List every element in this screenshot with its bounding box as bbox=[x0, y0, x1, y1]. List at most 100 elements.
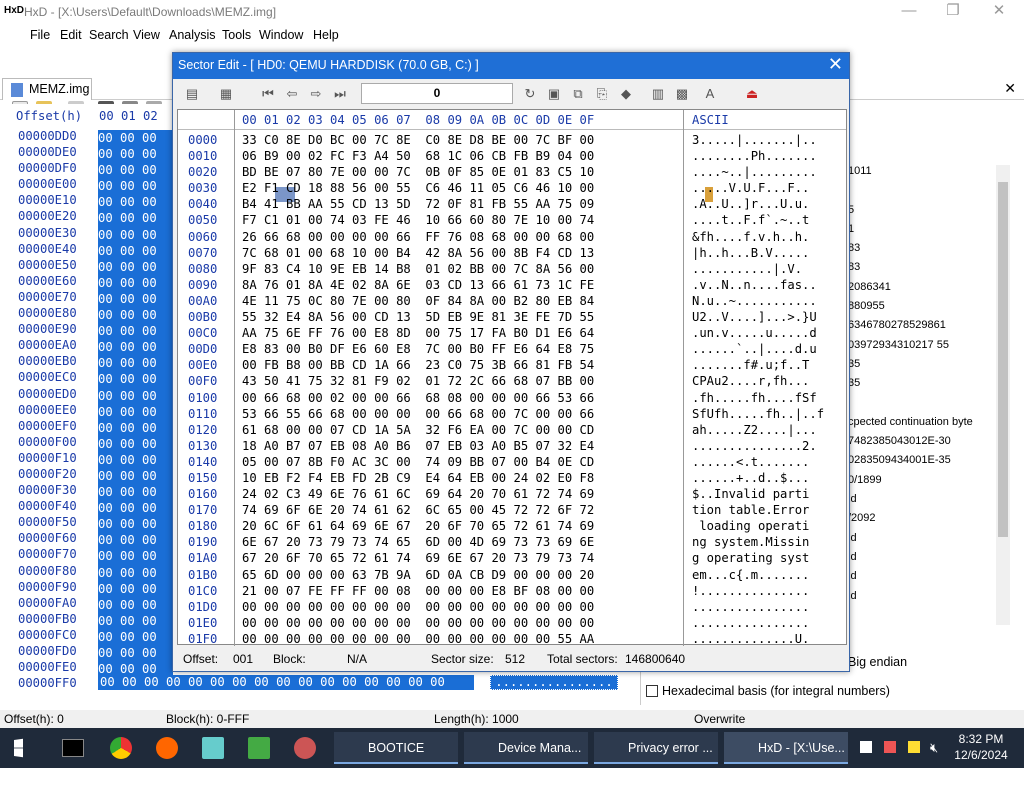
sector-offset: 01C0 bbox=[188, 583, 218, 598]
firefox-icon[interactable] bbox=[156, 737, 178, 759]
menu-file[interactable]: File bbox=[30, 28, 50, 42]
grid-header: 00 01 02 03 04 05 06 07 08 09 0A 0B 0C 0… bbox=[178, 112, 846, 130]
offset-cell: 00000F90 bbox=[18, 579, 77, 594]
start-windows-icon[interactable] bbox=[14, 738, 23, 758]
layout-icon[interactable]: ▦ bbox=[217, 85, 235, 103]
cmd-icon[interactable] bbox=[62, 739, 84, 757]
menu-window[interactable]: Window bbox=[259, 28, 303, 42]
close-button[interactable]: ✕ bbox=[976, 0, 1022, 24]
network-icon[interactable] bbox=[860, 741, 872, 753]
inspector-value: 35 bbox=[848, 357, 861, 370]
system-clock[interactable]: 8:32 PM 12/6/2024 bbox=[950, 731, 1012, 763]
ascii-row: .....V.U.F...F.. bbox=[692, 181, 810, 196]
last-sector-icon[interactable]: ⏭ bbox=[331, 85, 349, 103]
paste-icon[interactable]: ⎘ bbox=[593, 85, 611, 103]
byte-order-label[interactable]: Big endian bbox=[848, 655, 907, 669]
hex-row: B4 41 BB AA 55 CD 13 5D 72 0F 81 FB 55 A… bbox=[242, 197, 595, 212]
selected-bytes[interactable]: 00 00 00 00 00 00 00 00 00 00 00 00 00 00 00… bbox=[98, 130, 157, 677]
hex-row: 18 A0 B7 07 EB 08 A0 B6 07 EB 03 A0 B5 0… bbox=[242, 438, 595, 453]
app-icon-2[interactable] bbox=[248, 737, 270, 759]
taskbar-chrome-privacy[interactable]: Privacy error ... bbox=[594, 732, 718, 764]
selected-row: 00 00 00 bbox=[98, 646, 157, 660]
refresh-icon[interactable]: ↻ bbox=[521, 85, 539, 103]
offset-cell: 00000E40 bbox=[18, 241, 77, 256]
selected-row: 00 00 00 bbox=[98, 549, 157, 564]
sector-hex-grid[interactable]: 00 01 02 03 04 05 06 07 08 09 0A 0B 0C 0… bbox=[177, 109, 847, 647]
menu-tools[interactable]: Tools bbox=[222, 28, 251, 42]
app-icon-1[interactable] bbox=[202, 737, 224, 759]
menu-view[interactable]: View bbox=[133, 28, 160, 42]
tab-memz-img[interactable]: MEMZ.img bbox=[2, 78, 92, 100]
offset-cell: 00000E20 bbox=[18, 209, 77, 224]
copy-icon[interactable]: ⧉ bbox=[569, 85, 587, 103]
menu-edit[interactable]: Edit bbox=[60, 28, 82, 42]
offset-cell: 00000F50 bbox=[18, 515, 77, 530]
menu-analysis[interactable]: Analysis bbox=[169, 28, 216, 42]
taskbar-bootice[interactable]: BOOTICE v1.3... bbox=[334, 732, 458, 787]
offset-cell: 00000F70 bbox=[18, 547, 77, 562]
inspector-value: 2086341 bbox=[848, 280, 891, 293]
ascii-row: .......f#.u;f..T bbox=[692, 358, 810, 373]
minimize-button[interactable]: — bbox=[886, 0, 932, 24]
checkbox-box[interactable] bbox=[646, 685, 658, 697]
sector-number-input[interactable]: 0 bbox=[361, 83, 513, 104]
ascii-row: ...........|.V. bbox=[692, 261, 803, 276]
dlg-offset-value: 001 bbox=[233, 652, 254, 666]
offset-cell: 00000F00 bbox=[18, 434, 77, 449]
maximize-button[interactable]: ❐ bbox=[930, 0, 976, 24]
prev-sector-icon[interactable]: ⇦ bbox=[283, 85, 301, 103]
ascii-row: .v..N..n....fas.. bbox=[692, 277, 817, 292]
hex-row: F7 C1 01 00 74 03 FE 46 10 66 60 80 7E 1… bbox=[242, 213, 595, 228]
tray-icon-2[interactable] bbox=[908, 741, 920, 753]
offset-cell: 00000F10 bbox=[18, 450, 77, 465]
offset-cell: 00000FA0 bbox=[18, 595, 77, 610]
taskbar-hxd[interactable]: HxD - [X:\Use... bbox=[724, 732, 848, 764]
volume-muted-icon[interactable]: 🔇︎ bbox=[930, 740, 938, 756]
menu-help[interactable]: Help bbox=[313, 28, 339, 42]
panel-close-icon[interactable]: ✕ bbox=[1004, 80, 1016, 97]
tray-icon[interactable] bbox=[884, 741, 896, 753]
taskbar-device-manager[interactable]: Device Mana... bbox=[464, 732, 588, 764]
hex-mode-icon[interactable]: ▩ bbox=[673, 85, 691, 103]
sector-ascii[interactable]: 3.....|.......|.. ........Ph....... ....~.… bbox=[692, 132, 824, 647]
hex-basis-checkbox[interactable]: Hexadecimal basis (for integral numbers) bbox=[646, 684, 890, 698]
status-offset: Offset(h): 0 bbox=[4, 712, 64, 726]
selected-row: 00 00 00 bbox=[98, 275, 157, 290]
next-sector-icon[interactable]: ⇨ bbox=[307, 85, 325, 103]
dialog-close-button[interactable]: ✕ bbox=[828, 54, 843, 75]
chrome-icon[interactable] bbox=[110, 737, 132, 759]
sector-offset: 0090 bbox=[188, 277, 218, 292]
exit-icon[interactable]: ⏏ bbox=[743, 85, 761, 103]
ascii-selection[interactable]: ................ bbox=[490, 675, 618, 690]
last-hex-row[interactable]: 00 00 00 00 00 00 00 00 00 00 00 00 00 0… bbox=[98, 675, 474, 690]
font-icon[interactable]: A bbox=[701, 85, 719, 103]
menu-search[interactable]: Search bbox=[89, 28, 129, 42]
sector-hex-bytes[interactable]: 33 C0 8E D0 BC 00 7C 8E C0 8E D8 BE 00 7… bbox=[242, 132, 594, 647]
save-sector-icon[interactable]: ▣ bbox=[545, 85, 563, 103]
app-icon-3[interactable] bbox=[294, 737, 316, 759]
sector-edit-dialog: Sector Edit - [ HD0: QEMU HARDDISK (70.0… bbox=[172, 52, 850, 672]
sector-offset: 01D0 bbox=[188, 599, 218, 614]
undo-icon[interactable]: ◆ bbox=[617, 85, 635, 103]
hex-row: 20 6C 6F 61 64 69 6E 67 20 6F 70 65 72 6… bbox=[242, 519, 595, 534]
inspector-scroll-thumb[interactable] bbox=[998, 182, 1008, 537]
sector-offset: 0110 bbox=[188, 406, 218, 421]
inspector-value: id bbox=[848, 531, 857, 544]
hex-row: 53 66 55 66 68 00 00 00 00 66 68 00 7C 0… bbox=[242, 406, 595, 421]
view-mode-icon[interactable]: ▤ bbox=[183, 85, 201, 103]
sector-offset: 00E0 bbox=[188, 358, 218, 373]
hex-row: 00 00 00 00 00 00 00 00 00 00 00 00 00 0… bbox=[242, 631, 595, 646]
first-sector-icon[interactable]: ⏮ bbox=[259, 85, 277, 103]
offset-cell: 00000EF0 bbox=[18, 418, 77, 433]
ascii-separator bbox=[683, 110, 684, 646]
clipboard-icon[interactable]: ▥ bbox=[649, 85, 667, 103]
sector-offset: 0150 bbox=[188, 470, 218, 485]
inspector-value: 880955 bbox=[848, 300, 885, 313]
selected-row: 00 00 00 bbox=[98, 501, 157, 516]
ascii-row: ................ bbox=[692, 599, 810, 614]
ascii-row: ......`..|....d.u bbox=[692, 342, 817, 357]
hex-row: 05 00 07 8B F0 AC 3C 00 74 09 BB 07 00 B… bbox=[242, 454, 595, 469]
offset-cell: 00000F30 bbox=[18, 483, 77, 498]
ascii-row: N.u..~........... bbox=[692, 293, 817, 308]
sector-offset: 0050 bbox=[188, 213, 218, 228]
